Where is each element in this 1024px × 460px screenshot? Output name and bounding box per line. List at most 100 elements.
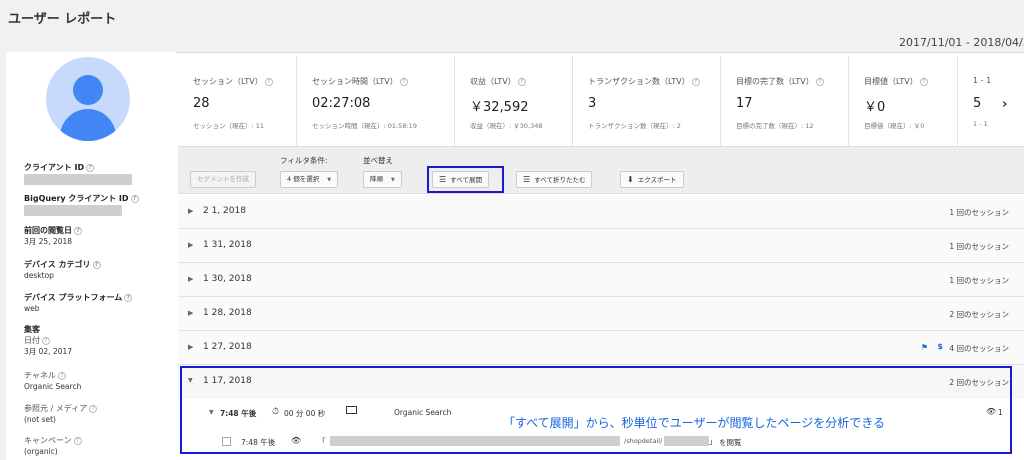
metric-value: 3 [588,96,597,111]
export-label: エクスポート [637,176,677,184]
metric-sub: セッション（現在）: 11 [193,122,265,130]
expand-triangle-icon[interactable]: ▶ [188,241,193,249]
metric-label: 収益（LTV） [470,77,516,86]
metric-sub: セッション時間（現在）: 01:58:19 [312,122,417,130]
session-count: 4 回のセッション [949,344,1009,353]
expand-triangle-icon[interactable]: ▶ [188,309,193,317]
expand-triangle-icon[interactable]: ▶ [188,343,193,351]
source-label: 参照元 / メディア [24,404,88,413]
bigquery-id-redacted [24,205,122,216]
metric-revenue: 収益（LTV）? ￥32,592 収益（現在）: ￥30,348 [455,56,573,146]
session-count: 1 回のセッション [949,276,1009,285]
metric-value: 17 [736,96,753,111]
metric-sub: 目標の完了数（現在）: 12 [736,122,814,130]
campaign-block: キャンペーン? (organic) [24,435,82,457]
metric-value: 02:27:08 [312,96,371,111]
acq-date-value: 3月 02, 2017 [24,347,73,356]
help-icon[interactable]: ? [517,77,526,86]
client-id-label: クライアント ID [24,163,85,172]
device-platform-block: デバイス プラットフォーム? web [24,292,133,314]
session-date: 2 1, 2018 [203,206,246,216]
metric-label: 1 - 1 [973,76,992,85]
metric-value: 5 [973,96,982,111]
session-count: 2 回のセッション [949,310,1009,319]
flag-icon: ⚑ [920,343,928,352]
metric-sub: 収益（現在）: ￥30,348 [470,122,543,130]
metric-label: トランザクション数（LTV） [588,77,690,86]
source-block: 参照元 / メディア? (not set) [24,403,98,425]
collapse-all-label: すべて折りたたむ [534,176,586,184]
source-value: (not set) [24,415,56,424]
bigquery-id-label: BigQuery クライアント ID [24,194,129,203]
session-row[interactable]: ▶ 1 27, 2018 ⚑ $ 4 回のセッション [178,331,1024,365]
metric-value: ￥32,592 [470,100,529,115]
help-icon[interactable]: ? [399,77,408,86]
help-icon[interactable]: ? [124,293,133,302]
session-date: 1 31, 2018 [203,240,252,250]
expanded-session-highlight [180,366,1012,454]
metric-sub: トランザクション数（現在）: 2 [588,122,681,130]
help-icon[interactable]: ? [73,436,82,445]
caret-down-icon: ▼ [391,177,395,183]
session-row[interactable]: ▶ 2 1, 2018 1 回のセッション [178,195,1024,229]
dollar-icon: $ [937,342,943,351]
user-profile-panel: クライアント ID? BigQuery クライアント ID? 前回の閲覧日? 3… [6,52,176,460]
client-id-redacted [24,174,132,185]
help-icon[interactable]: ? [919,77,928,86]
metric-goal-value: 目標値（LTV）? ￥0 目標値（現在）: ￥0 [849,56,958,146]
create-segment-button[interactable]: セグメントを作成 [190,171,256,188]
metric-goal-completions: 目標の完了数（LTV）? 17 目標の完了数（現在）: 12 [721,56,849,146]
device-platform-value: web [24,304,40,313]
device-platform-label: デバイス プラットフォーム [24,293,123,302]
filter-label: フィルタ条件: [280,156,328,165]
help-icon[interactable]: ? [264,77,273,86]
help-icon[interactable]: ? [57,371,66,380]
toolbar: セグメントを作成 フィルタ条件: 4 個を選択 ▼ 並べ替え 降順 ▼ ☰ すべて展開… [178,146,1024,194]
metric-label: セッション（LTV） [193,77,263,86]
page-title: ユーザー レポート [8,12,117,27]
metric-sub: 目標値（現在）: ￥0 [864,122,925,130]
export-button[interactable]: ⬇ エクスポート [620,171,684,188]
collapse-all-button[interactable]: ☰ すべて折りたたむ [516,171,593,188]
session-row[interactable]: ▶ 1 30, 2018 1 回のセッション [178,263,1024,297]
channel-value: Organic Search [24,382,82,391]
metric-label: 目標値（LTV） [864,77,918,86]
acquisition-heading: 集客 [24,325,40,334]
acquisition-block: 集客 日付? 3月 02, 2017 [24,324,72,357]
date-range-picker[interactable]: 2017/11/01 - 2018/04/30▼ [899,36,1024,49]
expand-triangle-icon[interactable]: ▶ [188,207,193,215]
metric-more: 1 - 1 5 1 - 1 [958,56,1024,146]
filter-value: 4 個を選択 [287,175,320,183]
sort-dropdown[interactable]: 降順 ▼ [363,171,402,188]
session-row[interactable]: ▶ 1 31, 2018 1 回のセッション [178,229,1024,263]
sort-label: 並べ替え [363,156,393,165]
metric-label: 目標の完了数（LTV） [736,77,814,86]
campaign-value: (organic) [24,447,58,456]
session-date: 1 28, 2018 [203,308,252,318]
metrics-bar: セッション（LTV）? 28 セッション（現在）: 11 セッション時間（LTV… [178,56,1024,146]
session-count: 1 回のセッション [949,242,1009,251]
caret-down-icon: ▼ [327,177,332,183]
metric-session-duration: セッション時間（LTV）? 02:27:08 セッション時間（現在）: 01:5… [297,56,455,146]
help-icon[interactable]: ? [815,77,824,86]
client-id-block: クライアント ID? [24,162,132,188]
channel-block: チャネル? Organic Search [24,370,81,392]
metric-value: 28 [193,96,210,111]
last-visit-value: 3月 25, 2018 [24,237,73,246]
session-row[interactable]: ▶ 1 28, 2018 2 回のセッション [178,297,1024,331]
device-category-label: デバイス カテゴリ [24,260,91,269]
session-count: 1 回のセッション [949,208,1009,217]
help-icon[interactable]: ? [691,77,700,86]
help-icon[interactable]: ? [130,194,139,203]
sort-value: 降順 [370,175,383,183]
metric-value: ￥0 [864,100,886,115]
help-icon[interactable]: ? [92,260,101,269]
expand-triangle-icon[interactable]: ▶ [188,275,193,283]
filter-dropdown[interactable]: 4 個を選択 ▼ [280,171,339,188]
chevron-right-icon[interactable]: › [1002,97,1007,112]
avatar-icon [46,57,130,141]
help-icon[interactable]: ? [42,336,50,345]
help-icon[interactable]: ? [86,163,95,172]
help-icon[interactable]: ? [89,404,98,413]
help-icon[interactable]: ? [74,226,82,235]
